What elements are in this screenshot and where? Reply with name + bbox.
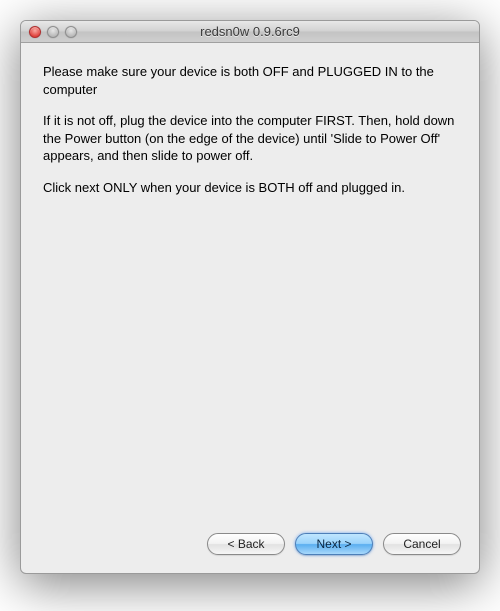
content-area: Please make sure your device is both OFF… bbox=[21, 43, 479, 523]
instruction-para-3: Click next ONLY when your device is BOTH… bbox=[43, 179, 457, 197]
button-row: < Back Next > Cancel bbox=[21, 523, 479, 573]
minimize-icon[interactable] bbox=[47, 26, 59, 38]
instruction-para-2: If it is not off, plug the device into t… bbox=[43, 112, 457, 165]
instruction-para-1: Please make sure your device is both OFF… bbox=[43, 63, 457, 98]
close-icon[interactable] bbox=[29, 26, 41, 38]
titlebar: redsn0w 0.9.6rc9 bbox=[21, 21, 479, 43]
next-button[interactable]: Next > bbox=[295, 533, 373, 555]
back-button[interactable]: < Back bbox=[207, 533, 285, 555]
window-controls bbox=[21, 26, 77, 38]
cancel-button[interactable]: Cancel bbox=[383, 533, 461, 555]
zoom-icon[interactable] bbox=[65, 26, 77, 38]
app-window: redsn0w 0.9.6rc9 Please make sure your d… bbox=[20, 20, 480, 574]
window-title: redsn0w 0.9.6rc9 bbox=[21, 21, 479, 43]
